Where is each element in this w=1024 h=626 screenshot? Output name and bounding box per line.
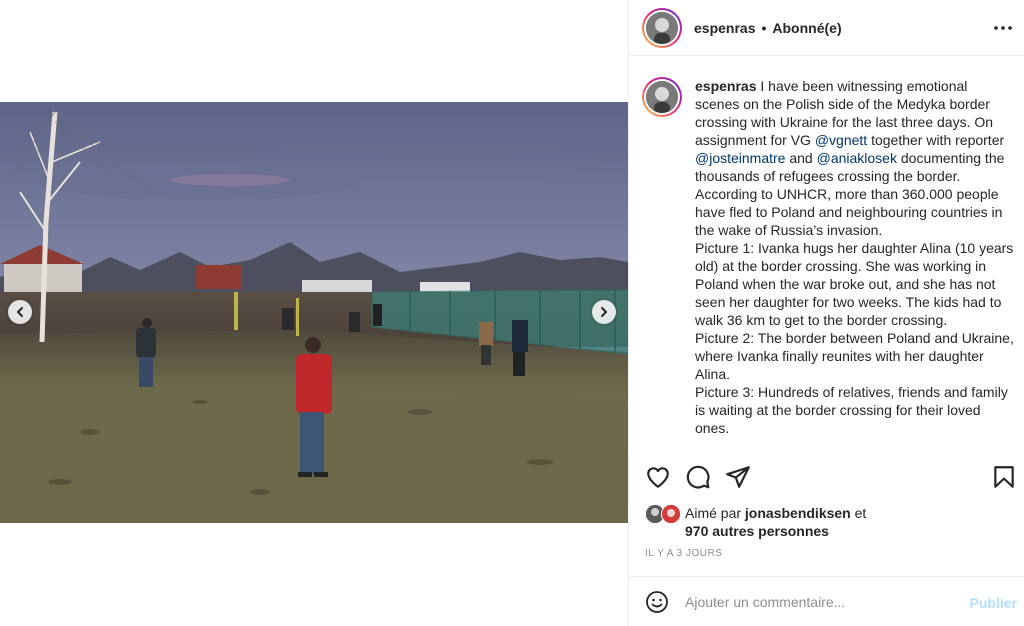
bookmark-icon [994,466,1014,488]
caption-avatar[interactable] [642,77,682,449]
avatar-image [646,11,678,44]
caption-username[interactable]: espenras [695,78,756,94]
like-button[interactable] [645,464,671,490]
likes-prefix: Aimé par [685,505,745,521]
header-avatar[interactable] [642,7,682,48]
carousel-prev-button[interactable] [8,300,32,324]
header-username[interactable]: espenras [694,20,755,36]
action-bar [629,459,1024,495]
photo-image [0,102,628,523]
emoji-button[interactable] [645,590,669,614]
liker-avatars [645,504,683,524]
paper-plane-icon [726,466,750,488]
mention-aniaklosek[interactable]: @aniaklosek [817,150,897,166]
post-header: espenras • Abonné(e) [629,0,1024,56]
post-photo[interactable] [0,102,628,523]
heart-icon [647,467,669,488]
more-horizontal-icon [994,26,1012,30]
save-button[interactable] [991,464,1017,490]
caption-paragraph-3: Picture 3: Hundreds of relatives, friend… [695,384,1008,436]
publish-comment-button[interactable]: Publier [970,595,1017,611]
share-button[interactable] [725,464,751,490]
mention-vgnett[interactable]: @vgnett [815,132,867,148]
likes-summary: Aimé par jonasbendiksen et 970 autres pe… [645,502,1015,542]
likes-count-link[interactable]: 970 autres personnes [685,523,829,539]
follow-button[interactable]: Abonné(e) [772,20,841,36]
chevron-right-icon [601,307,607,317]
smiley-icon [646,590,668,613]
comment-bubble-icon [686,465,710,489]
carousel-next-button[interactable] [592,300,616,324]
likes-suffix: et [850,505,867,521]
post-timestamp[interactable]: IL Y A 3 JOURS [645,548,722,559]
liker-username[interactable]: jonasbendiksen [745,505,851,521]
comment-button[interactable] [685,464,711,490]
header-separator: • [761,19,767,36]
avatar-image [646,81,678,113]
mention-josteinmatre[interactable]: @josteinmatre [695,150,785,166]
chevron-left-icon [17,307,23,317]
avatar-image [662,505,680,523]
caption-seg-4: and [785,150,817,166]
post-side-panel: espenras • Abonné(e) espenras I have bee… [628,0,1024,626]
more-options-button[interactable] [993,18,1013,38]
comment-composer: Publier [629,576,1024,626]
likes-line: Aimé par jonasbendiksen et [685,505,866,521]
caption-paragraph-2: Picture 2: The border between Poland and… [695,330,1014,382]
caption-paragraph-1: Picture 1: Ivanka hugs her daughter Alin… [695,240,1014,328]
media-area [0,0,628,626]
caption-area: espenras I have been witnessing emotiona… [629,57,1024,449]
liker-avatar[interactable] [661,504,681,524]
comment-input[interactable] [685,593,955,610]
caption-seg-2: together with reporter [867,132,1005,148]
caption-text: espenras I have been witnessing emotiona… [695,77,1015,449]
